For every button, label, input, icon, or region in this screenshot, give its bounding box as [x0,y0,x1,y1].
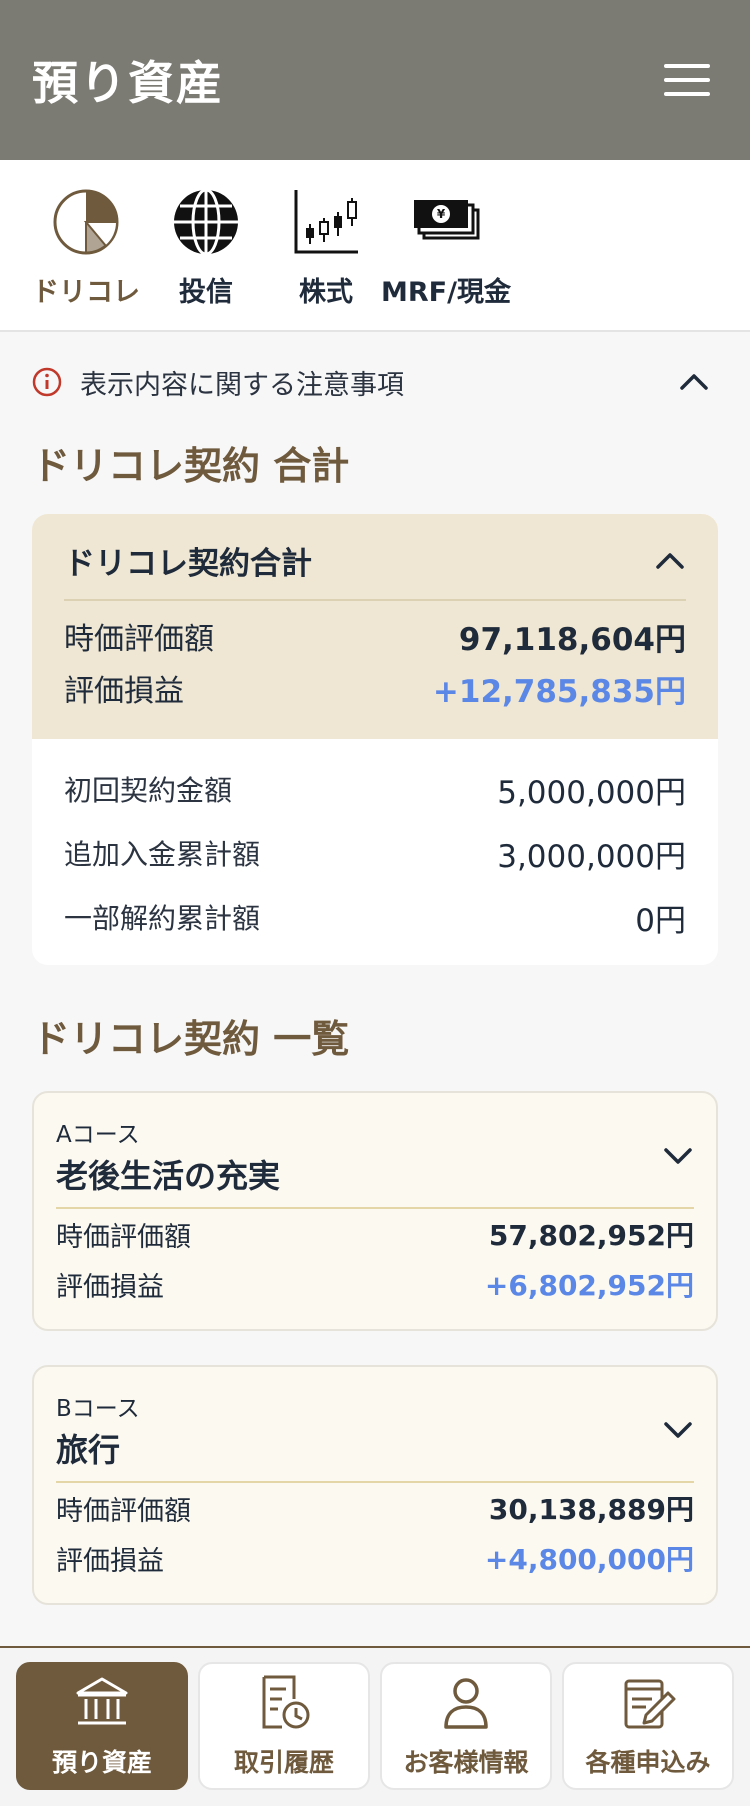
nav-applications[interactable]: 各種申込み [562,1662,734,1790]
total-card-head[interactable]: ドリコレ契約合計 [64,538,686,601]
total-market-value-row: 時価評価額 97,118,604円 [64,611,686,661]
course-pnl-row: 評価損益 +6,802,952円 [56,1259,694,1309]
category-tabs: ドリコレ 投信 株式 ¥ MRF/現金 [0,160,750,332]
nav-history[interactable]: 取引履歴 [198,1662,370,1790]
course-market-value-row: 時価評価額 57,802,952円 [56,1209,694,1259]
globe-icon [174,188,238,256]
detail-row: 追加入金累計額 3,000,000円 [64,821,686,885]
pie-chart-icon [53,189,119,255]
detail-row: 初回契約金額 5,000,000円 [64,757,686,821]
course-card-head[interactable]: Aコース 老後生活の充実 [56,1115,694,1209]
bank-icon [76,1677,128,1725]
detail-value: 5,000,000円 [497,774,686,811]
detail-label: 追加入金累計額 [64,838,261,871]
course-card-head[interactable]: Bコース 旅行 [56,1389,694,1483]
detail-label: 一部解約累計額 [64,902,261,935]
nav-customer-info[interactable]: お客様情報 [380,1662,552,1790]
total-summary-card: ドリコレ契約合計 時価評価額 97,118,604円 評価損益 +12,785,… [32,514,718,965]
app-header: 預り資産 [0,0,750,160]
chevron-up-icon[interactable] [678,372,710,392]
nav-assets-label: 預り資産 [51,1748,152,1777]
detail-row: 一部解約累計額 0円 [64,885,686,949]
course-name: 旅行 [56,1431,121,1469]
pnl-value: +12,785,835円 [432,673,686,710]
pnl-label: 評価損益 [64,674,184,709]
pnl-value: +4,800,000円 [484,1543,694,1576]
pnl-label: 評価損益 [56,1271,164,1303]
hamburger-menu-icon[interactable] [664,64,710,96]
pnl-value: +6,802,952円 [484,1269,694,1302]
nav-applications-label: 各種申込み [585,1748,711,1777]
person-icon [444,1678,488,1729]
total-pnl-row: 評価損益 +12,785,835円 [64,663,686,713]
nav-customer-info-label: お客様情報 [403,1748,529,1777]
course-pnl-row: 評価損益 +4,800,000円 [56,1533,694,1583]
market-value: 57,802,952円 [488,1219,694,1252]
course-name: 老後生活の充実 [56,1157,281,1195]
course-market-value-row: 時価評価額 30,138,889円 [56,1483,694,1533]
chevron-down-icon[interactable] [662,1420,694,1440]
course-code: Aコース [56,1122,140,1148]
history-icon [262,1675,310,1729]
tab-mrf-cash-label: MRF/現金 [381,277,511,308]
detail-value: 0円 [635,902,686,939]
total-summary-header: ドリコレ契約合計 時価評価額 97,118,604円 評価損益 +12,785,… [32,514,718,739]
market-value-label: 時価評価額 [64,622,214,657]
nav-assets[interactable]: 預り資産 [16,1662,188,1790]
course-card-b[interactable]: Bコース 旅行 時価評価額 30,138,889円 評価損益 +4,800,00… [32,1365,718,1605]
course-code: Bコース [56,1396,140,1422]
total-details: 初回契約金額 5,000,000円 追加入金累計額 3,000,000円 一部解… [32,739,718,965]
form-edit-icon [624,1679,676,1729]
market-value: 97,118,604円 [458,621,686,658]
total-section-title: ドリコレ契約 合計 [32,443,350,488]
tab-stocks-label: 株式 [299,277,353,308]
market-value: 30,138,889円 [488,1493,694,1526]
chevron-up-icon[interactable] [654,551,686,571]
notice-text: 表示内容に関する注意事項 [80,369,404,401]
chevron-down-icon[interactable] [662,1146,694,1166]
cash-icon: ¥ [414,200,480,240]
tab-funds[interactable]: 投信 [146,160,266,309]
list-section-title: ドリコレ契約 一覧 [32,1016,350,1061]
market-value-label: 時価評価額 [56,1221,191,1253]
page-title: 預り資産 [32,56,224,110]
nav-history-label: 取引履歴 [233,1748,334,1777]
tab-funds-label: 投信 [179,277,233,308]
svg-text:¥: ¥ [437,207,446,221]
market-value-label: 時価評価額 [56,1495,191,1527]
course-card-a[interactable]: Aコース 老後生活の充実 時価評価額 57,802,952円 評価損益 +6,8… [32,1091,718,1331]
tab-stocks[interactable]: 株式 [266,160,386,309]
candlestick-icon [294,190,358,254]
detail-label: 初回契約金額 [64,774,233,807]
bottom-navigation: 預り資産 取引履歴 お客様情報 各種申込み [0,1646,750,1806]
tab-dricolle[interactable]: ドリコレ [26,160,146,309]
tab-dricolle-label: ドリコレ [32,277,140,308]
notice-toggle[interactable]: 表示内容に関する注意事項 [0,332,750,432]
total-card-title: ドリコレ契約合計 [64,546,312,582]
tab-mrf-cash[interactable]: ¥ MRF/現金 [381,160,511,309]
detail-value: 3,000,000円 [497,838,686,875]
pnl-label: 評価損益 [56,1545,164,1577]
info-icon [32,367,62,397]
